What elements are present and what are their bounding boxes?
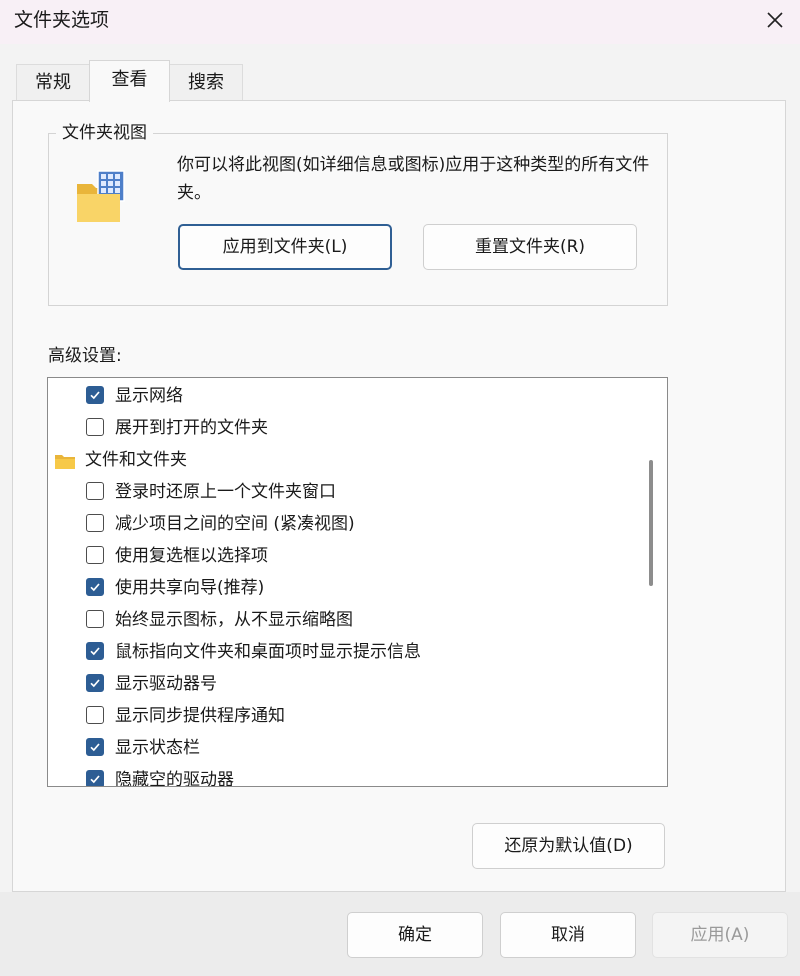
setting-label: 显示状态栏 — [115, 738, 200, 758]
setting-label: 显示同步提供程序通知 — [115, 706, 285, 726]
restore-defaults-button[interactable]: 还原为默认值(D) — [472, 823, 665, 869]
checkbox-show-network[interactable] — [86, 386, 104, 404]
advanced-settings-list[interactable]: 显示网络 展开到打开的文件夹 文件和文件夹 登录时还原上一个文件夹窗口 减少项目… — [47, 377, 668, 787]
checkbox-compact-view[interactable] — [86, 514, 104, 532]
setting-restore-previous-windows[interactable]: 登录时还原上一个文件夹窗口 — [86, 476, 336, 508]
setting-expand-to-open-folder[interactable]: 展开到打开的文件夹 — [86, 412, 268, 444]
tab-search[interactable]: 搜索 — [169, 64, 243, 100]
folder-icon — [55, 455, 75, 469]
folder-views-description: 你可以将此视图(如详细信息或图标)应用于这种类型的所有文件夹。 — [177, 155, 650, 203]
window-title: 文件夹选项 — [14, 9, 110, 31]
category-files-and-folders: 文件和文件夹 — [55, 444, 187, 476]
setting-show-drive-letters[interactable]: 显示驱动器号 — [86, 668, 217, 700]
checkmark-icon — [90, 743, 100, 752]
setting-use-checkboxes[interactable]: 使用复选框以选择项 — [86, 540, 268, 572]
setting-sync-provider-notifications[interactable]: 显示同步提供程序通知 — [86, 700, 285, 732]
checkbox-sync-provider-notifications[interactable] — [86, 706, 104, 724]
category-label: 文件和文件夹 — [85, 450, 187, 470]
setting-label: 显示驱动器号 — [115, 674, 217, 694]
setting-label: 鼠标指向文件夹和桌面项时显示提示信息 — [115, 642, 421, 662]
setting-hide-empty-drives[interactable]: 隐藏空的驱动器 — [86, 764, 234, 787]
setting-compact-view[interactable]: 减少项目之间的空间 (紧凑视图) — [86, 508, 355, 540]
title-bar: 文件夹选项 — [0, 0, 800, 44]
tab-general[interactable]: 常规 — [16, 64, 90, 100]
checkmark-icon — [90, 775, 100, 784]
close-icon — [767, 12, 783, 28]
advanced-settings-label: 高级设置: — [48, 346, 122, 366]
checkmark-icon — [90, 583, 100, 592]
apply-button[interactable]: 应用(A) — [652, 912, 788, 958]
list-scrollbar[interactable] — [649, 460, 653, 586]
checkbox-hide-empty-drives[interactable] — [86, 770, 104, 786]
checkbox-always-show-icons[interactable] — [86, 610, 104, 628]
apply-to-folders-button[interactable]: 应用到文件夹(L) — [178, 224, 392, 270]
setting-label: 登录时还原上一个文件夹窗口 — [115, 482, 336, 502]
setting-label: 使用共享向导(推荐) — [115, 578, 265, 598]
setting-sharing-wizard[interactable]: 使用共享向导(推荐) — [86, 572, 265, 604]
checkmark-icon — [90, 647, 100, 656]
setting-label: 显示网络 — [115, 386, 183, 406]
checkbox-sharing-wizard[interactable] — [86, 578, 104, 596]
setting-label: 展开到打开的文件夹 — [115, 418, 268, 438]
checkbox-show-drive-letters[interactable] — [86, 674, 104, 692]
reset-folders-button[interactable]: 重置文件夹(R) — [423, 224, 637, 270]
checkmark-icon — [90, 679, 100, 688]
setting-show-popup-tips[interactable]: 鼠标指向文件夹和桌面项时显示提示信息 — [86, 636, 421, 668]
setting-label: 使用复选框以选择项 — [115, 546, 268, 566]
checkbox-show-status-bar[interactable] — [86, 738, 104, 756]
checkbox-show-popup-tips[interactable] — [86, 642, 104, 660]
setting-label: 减少项目之间的空间 (紧凑视图) — [115, 514, 355, 534]
checkbox-expand-to-open-folder[interactable] — [86, 418, 104, 436]
checkbox-use-checkboxes[interactable] — [86, 546, 104, 564]
folder-view-icon — [77, 170, 125, 222]
setting-show-network[interactable]: 显示网络 — [86, 380, 183, 412]
checkbox-restore-previous-windows[interactable] — [86, 482, 104, 500]
ok-button[interactable]: 确定 — [347, 912, 483, 958]
checkmark-icon — [90, 391, 100, 400]
tab-view[interactable]: 查看 — [89, 60, 170, 102]
setting-always-show-icons[interactable]: 始终显示图标，从不显示缩略图 — [86, 604, 353, 636]
close-button[interactable] — [750, 0, 800, 40]
setting-label: 隐藏空的驱动器 — [115, 770, 234, 787]
folder-views-legend: 文件夹视图 — [56, 122, 153, 144]
setting-show-status-bar[interactable]: 显示状态栏 — [86, 732, 200, 764]
setting-label: 始终显示图标，从不显示缩略图 — [115, 610, 353, 630]
cancel-button[interactable]: 取消 — [500, 912, 636, 958]
